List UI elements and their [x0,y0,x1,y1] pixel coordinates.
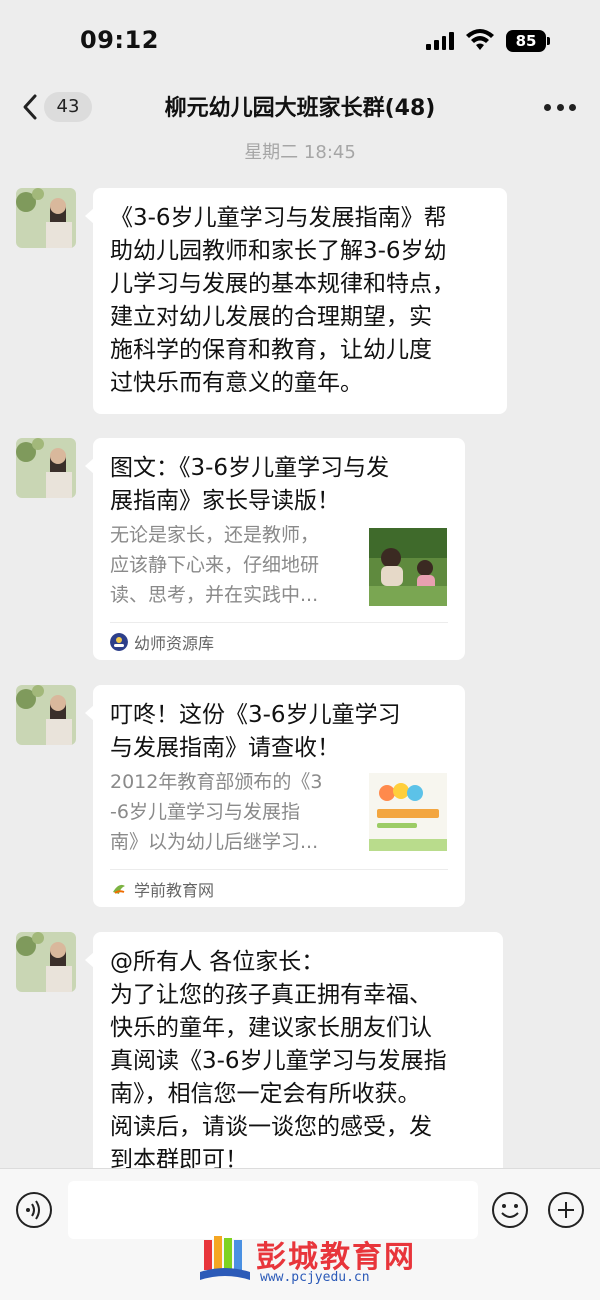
link-card-source: 幼师资源库 [110,630,214,654]
tea-field-photo-icon [369,528,447,606]
sender-avatar[interactable] [16,438,76,498]
battery-nub [547,37,550,45]
guide-cover-icon [369,773,447,851]
book-logo-icon [200,1236,250,1280]
watermark: 彭城教育网 www.pcjyedu.cn [200,1232,420,1288]
signal-icon [426,32,454,50]
source-logo-icon [113,884,125,894]
wifi-icon [466,29,494,50]
sender-avatar[interactable] [16,932,76,992]
sender-avatar[interactable] [16,685,76,745]
link-card-source-name: 幼师资源库 [134,634,215,653]
voice-input-icon[interactable] [15,1191,53,1229]
watermark-url: www.pcjyedu.cn [260,1270,370,1285]
avatar-photo-icon [16,188,76,248]
message-text: @所有人 各位家长： 为了让您的孩子真正拥有幸福、 快乐的童年，建议家长朋友们认… [110,949,447,1173]
link-card-source-name: 学前教育网 [134,881,215,900]
message-bubble[interactable]: 《3-6岁儿童学习与发展指南》帮 助幼儿园教师和家长了解3-6岁幼 儿学习与发展… [85,188,507,414]
message-input[interactable] [68,1181,478,1239]
link-card-description: 无论是家长，还是教师， 应该静下心来，仔细地研 读、思考，并在实践中... [110,524,320,606]
sender-avatar[interactable] [16,188,76,248]
message-text: 《3-6岁儿童学习与发展指南》帮 助幼儿园教师和家长了解3-6岁幼 儿学习与发展… [110,205,455,396]
message-bubble[interactable]: @所有人 各位家长： 为了让您的孩子真正拥有幸福、 快乐的童年，建议家长朋友们认… [85,932,503,1190]
link-card[interactable]: 叮咚！这份《3-6岁儿童学习 与发展指南》请查收！ 2012年教育部颁布的《3 … [85,685,465,907]
link-card-divider [110,869,448,870]
avatar-photo-icon [16,685,76,745]
link-card-divider [110,622,448,623]
link-card[interactable]: 图文：《3-6岁儿童学习与发 展指南》家长导读版！ 无论是家长，还是教师， 应该… [85,438,465,660]
link-card-title: 图文：《3-6岁儿童学习与发 展指南》家长导读版！ [110,455,390,514]
more-options-icon[interactable] [544,104,576,112]
link-card-thumbnail [369,773,447,851]
unread-count-badge[interactable]: 43 [44,92,92,122]
link-card-thumbnail [369,528,447,606]
plus-icon[interactable] [547,1191,585,1229]
avatar-photo-icon [16,932,76,992]
avatar-photo-icon [16,438,76,498]
status-time: 09:12 [80,26,159,54]
source-logo-icon [110,633,128,651]
status-bar: 09:12 85 [0,0,600,80]
link-card-title: 叮咚！这份《3-6岁儿童学习 与发展指南》请查收！ [110,702,401,761]
emoji-icon[interactable] [491,1191,529,1229]
back-chevron-icon[interactable] [18,92,44,122]
link-card-source: 学前教育网 [110,877,214,901]
chat-title: 柳元幼儿园大班家长群(48) [164,96,436,121]
nav-bar: 43 柳元幼儿园大班家长群(48) [0,80,600,136]
battery-indicator: 85 [506,30,546,52]
message-timestamp: 星期二 18:45 [244,142,356,163]
link-card-description: 2012年教育部颁布的《3 -6岁儿童学习与发展指 南》以为幼儿后继学习... [110,771,323,853]
